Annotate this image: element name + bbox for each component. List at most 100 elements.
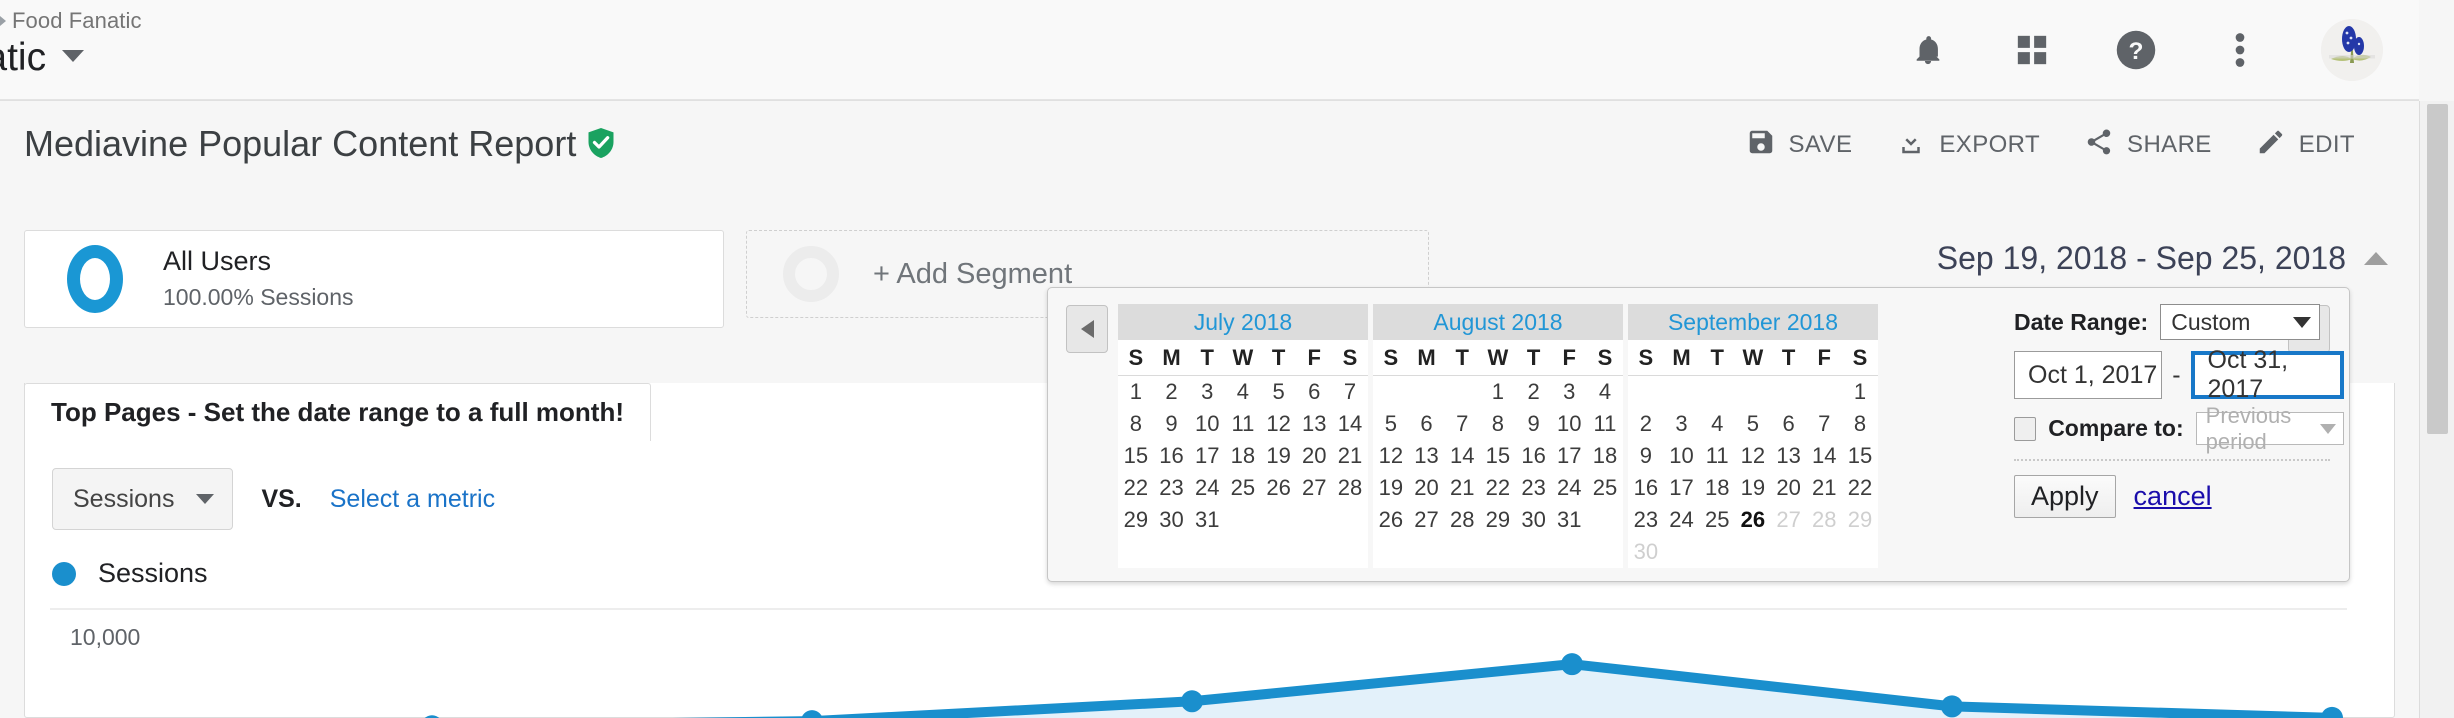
compare-checkbox[interactable] (2014, 416, 2037, 441)
calendar-day-cell[interactable]: 17 (1551, 440, 1588, 472)
help-icon[interactable]: ? (2113, 27, 2159, 73)
calendar-day-cell[interactable]: 16 (1628, 472, 1664, 504)
edit-button[interactable]: EDIT (2256, 127, 2355, 162)
calendar-day-cell[interactable]: 12 (1260, 408, 1297, 440)
calendar-day-cell[interactable]: 15 (1118, 440, 1154, 472)
calendar-day-cell[interactable]: 10 (1551, 408, 1588, 440)
calendar-day-cell[interactable]: 8 (1480, 408, 1516, 440)
tab-top-pages[interactable]: Top Pages - Set the date range to a full… (24, 383, 652, 441)
calendar-day-cell[interactable]: 13 (1296, 408, 1333, 440)
calendar-day-cell[interactable]: 23 (1628, 504, 1664, 536)
calendar-day-cell[interactable]: 22 (1842, 472, 1878, 504)
page-scrollbar[interactable] (2419, 101, 2454, 718)
account-switcher[interactable]: anatic (0, 36, 85, 80)
calendar-day-cell[interactable]: 27 (1296, 472, 1333, 504)
calendar-day-cell[interactable]: 17 (1663, 472, 1700, 504)
calendar-day-cell[interactable]: 2 (1153, 376, 1190, 408)
calendar-day-cell[interactable]: 11 (1699, 440, 1736, 472)
calendar-day-cell[interactable]: 14 (1332, 408, 1368, 440)
date-range-select[interactable]: Custom (2160, 304, 2321, 340)
calendar-day-cell[interactable]: 15 (1842, 440, 1878, 472)
calendar-day-cell[interactable]: 20 (1770, 472, 1807, 504)
calendar-day-cell[interactable]: 20 (1296, 440, 1333, 472)
calendar-day-cell[interactable]: 2 (1628, 408, 1664, 440)
calendar-day-cell[interactable]: 8 (1842, 408, 1878, 440)
calendar-day-cell[interactable]: 19 (1735, 472, 1771, 504)
calendar-day-cell[interactable]: 2 (1515, 376, 1552, 408)
calendar-day-cell[interactable]: 25 (1225, 472, 1261, 504)
calendar-day-cell[interactable]: 9 (1153, 408, 1190, 440)
calendar-day-cell[interactable]: 9 (1515, 408, 1552, 440)
calendar-day-cell[interactable]: 26 (1260, 472, 1297, 504)
export-button[interactable]: EXPORT (1896, 127, 2040, 162)
start-date-input[interactable]: Oct 1, 2017 (2014, 351, 2163, 399)
calendar-day-cell[interactable]: 23 (1153, 472, 1190, 504)
calendar-day-cell[interactable]: 12 (1735, 440, 1771, 472)
calendar-day-cell[interactable]: 13 (1770, 440, 1807, 472)
calendar-day-cell[interactable]: 31 (1551, 504, 1588, 536)
sessions-line-chart[interactable]: 10,000 (50, 608, 2350, 718)
calendar-day-cell[interactable]: 30 (1153, 504, 1190, 536)
segment-all-users[interactable]: All Users 100.00% Sessions (24, 230, 724, 328)
calendar-day-cell[interactable]: 24 (1189, 472, 1226, 504)
calendar-day-cell[interactable]: 11 (1225, 408, 1261, 440)
calendar-day-cell[interactable]: 19 (1260, 440, 1297, 472)
calendar-day-cell[interactable]: 5 (1373, 408, 1409, 440)
calendar-day-cell[interactable]: 24 (1663, 504, 1700, 536)
calendar-day-cell[interactable]: 8 (1118, 408, 1154, 440)
calendar-day-cell[interactable]: 16 (1515, 440, 1552, 472)
calendar-day-cell[interactable]: 21 (1444, 472, 1481, 504)
calendar-prev-button[interactable] (1066, 305, 1108, 353)
calendar-day-cell[interactable]: 18 (1587, 440, 1623, 472)
calendar-day-cell[interactable]: 6 (1296, 376, 1333, 408)
calendar-day-cell[interactable]: 3 (1189, 376, 1226, 408)
chart-data-point[interactable] (1941, 695, 1963, 718)
calendar-day-cell[interactable]: 15 (1480, 440, 1516, 472)
calendar-day-cell[interactable]: 25 (1587, 472, 1623, 504)
select-a-metric-link[interactable]: Select a metric (330, 485, 495, 514)
calendar-day-cell[interactable]: 9 (1628, 440, 1664, 472)
calendar-day-cell[interactable]: 11 (1587, 408, 1623, 440)
calendar-day-cell[interactable]: 6 (1770, 408, 1807, 440)
avatar[interactable] (2321, 19, 2383, 81)
calendar-day-cell[interactable]: 7 (1444, 408, 1481, 440)
calendar-day-cell[interactable]: 22 (1118, 472, 1154, 504)
calendar-day-cell[interactable]: 12 (1373, 440, 1409, 472)
calendar-day-cell[interactable]: 10 (1189, 408, 1226, 440)
chart-data-point[interactable] (1561, 653, 1583, 676)
calendar-day-cell[interactable]: 17 (1189, 440, 1226, 472)
calendar-day-cell[interactable]: 24 (1551, 472, 1588, 504)
calendar-day-cell[interactable]: 29 (1118, 504, 1154, 536)
calendar-day-cell[interactable]: 7 (1332, 376, 1368, 408)
calendar-day-cell[interactable]: 26 (1373, 504, 1409, 536)
calendar-day-cell[interactable]: 28 (1444, 504, 1481, 536)
compare-period-select[interactable]: Previous period (2195, 403, 2344, 454)
calendar-day-cell[interactable]: 18 (1699, 472, 1736, 504)
calendar-day-cell[interactable]: 16 (1153, 440, 1190, 472)
calendar-day-cell[interactable]: 4 (1225, 376, 1261, 408)
calendar-day-cell[interactable]: 20 (1408, 472, 1445, 504)
end-date-input[interactable]: Oct 31, 2017 (2190, 346, 2344, 403)
scrollbar-thumb[interactable] (2427, 104, 2448, 434)
more-vert-icon[interactable] (2217, 27, 2263, 73)
calendar-day-cell[interactable]: 4 (1587, 376, 1623, 408)
calendar-day-cell[interactable]: 10 (1663, 440, 1700, 472)
calendar-day-cell[interactable]: 26 (1735, 504, 1771, 536)
calendar-day-cell[interactable]: 1 (1118, 376, 1154, 408)
calendar-day-cell[interactable]: 1 (1842, 376, 1878, 408)
calendar-day-cell[interactable]: 30 (1515, 504, 1552, 536)
calendar-day-cell[interactable]: 21 (1806, 472, 1843, 504)
breadcrumb[interactable]: Food Fanatic (0, 8, 142, 34)
calendar-day-cell[interactable]: 14 (1444, 440, 1481, 472)
calendar-day-cell[interactable]: 14 (1806, 440, 1843, 472)
calendar-day-cell[interactable]: 22 (1480, 472, 1516, 504)
metric-select[interactable]: Sessions (52, 468, 234, 530)
calendar-day-cell[interactable]: 13 (1408, 440, 1445, 472)
calendar-day-cell[interactable]: 19 (1373, 472, 1409, 504)
calendar-day-cell[interactable]: 25 (1699, 504, 1736, 536)
chart-data-point[interactable] (1181, 690, 1203, 713)
notifications-icon[interactable] (1905, 27, 1951, 73)
calendar-day-cell[interactable]: 1 (1480, 376, 1516, 408)
calendar-day-cell[interactable]: 28 (1332, 472, 1368, 504)
calendar-day-cell[interactable]: 18 (1225, 440, 1261, 472)
